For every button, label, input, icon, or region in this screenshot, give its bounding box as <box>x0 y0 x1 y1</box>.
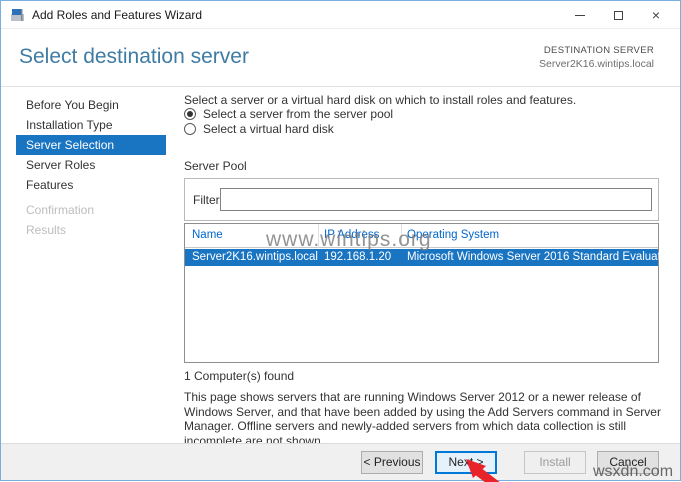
page-title: Select destination server <box>19 45 249 68</box>
sidebar-item-server-roles[interactable]: Server Roles <box>16 155 166 175</box>
filter-label: Filter: <box>193 193 223 207</box>
sidebar-item-installation-type[interactable]: Installation Type <box>16 115 166 135</box>
app-icon <box>11 9 24 21</box>
cell-operating-system: Microsoft Windows Server 2016 Standard E… <box>407 251 677 263</box>
cell-ip-address: 192.168.1.20 <box>324 251 392 263</box>
filter-input[interactable] <box>220 188 652 211</box>
destination-server-value: Server2K16.wintips.local <box>539 58 654 70</box>
wizard-steps-sidebar: Before You Begin Installation Type Serve… <box>16 95 166 240</box>
watermark-wintips: www.wintips.org <box>266 228 432 251</box>
destination-server-label: DESTINATION SERVER <box>543 45 654 56</box>
column-header-name[interactable]: Name <box>192 229 223 241</box>
server-pool-title: Server Pool <box>184 159 247 173</box>
destination-server-block: DESTINATION SERVER Server2K16.wintips.lo… <box>539 45 654 70</box>
sidebar-item-confirmation: Confirmation <box>26 203 95 217</box>
radio-checked-icon <box>184 108 196 120</box>
sidebar-item-results: Results <box>26 223 67 237</box>
window-controls: × <box>561 1 675 29</box>
cell-server-name: Server2K16.wintips.local <box>192 251 318 263</box>
cursor-arrow-icon <box>466 459 500 482</box>
close-icon: × <box>651 7 661 23</box>
radio-select-vhd[interactable]: Select a virtual hard disk <box>184 122 334 136</box>
radio-vhd-label: Select a virtual hard disk <box>203 122 334 136</box>
watermark-wsxdn: wsxdn.com <box>593 463 674 480</box>
maximize-icon <box>613 10 623 20</box>
radio-unchecked-icon <box>184 123 196 135</box>
minimize-icon <box>575 14 585 16</box>
close-button[interactable]: × <box>637 1 675 29</box>
maximize-button[interactable] <box>599 1 637 29</box>
radio-server-pool-label: Select a server from the server pool <box>203 107 394 121</box>
window-title: Add Roles and Features Wizard <box>32 8 203 22</box>
sidebar-item-server-selection[interactable]: Server Selection <box>16 135 166 155</box>
page-description: This page shows servers that are running… <box>184 390 661 448</box>
minimize-button[interactable] <box>561 1 599 29</box>
radio-select-server-pool[interactable]: Select a server from the server pool <box>184 107 393 121</box>
wizard-header: Select destination server DESTINATION SE… <box>1 30 680 87</box>
titlebar: Add Roles and Features Wizard × <box>1 1 680 29</box>
sidebar-item-features[interactable]: Features <box>16 175 166 195</box>
previous-button[interactable]: < Previous <box>361 451 423 474</box>
install-button: Install <box>524 451 586 474</box>
sidebar-item-before-you-begin[interactable]: Before You Begin <box>16 95 166 115</box>
computers-found-count: 1 Computer(s) found <box>184 369 295 383</box>
wizard-window: Add Roles and Features Wizard × Select d… <box>0 0 681 482</box>
intro-text: Select a server or a virtual hard disk o… <box>184 93 577 107</box>
footer-button-bar: < Previous Next > Install Cancel <box>1 443 680 480</box>
filter-groupbox: Filter: <box>184 178 659 221</box>
